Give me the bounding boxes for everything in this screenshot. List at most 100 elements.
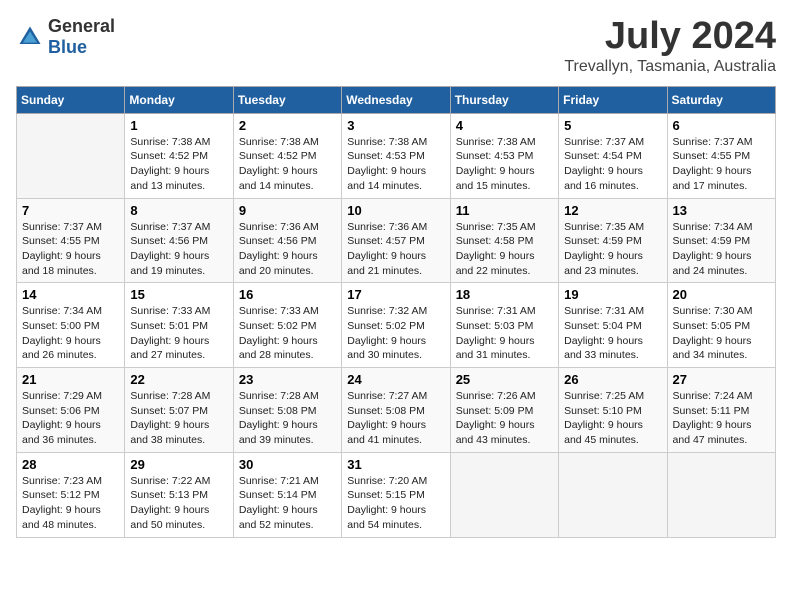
calendar-week-row: 28Sunrise: 7:23 AMSunset: 5:12 PMDayligh… xyxy=(17,452,776,537)
month-year-title: July 2024 xyxy=(564,16,776,58)
day-number: 24 xyxy=(347,372,444,387)
day-number: 11 xyxy=(456,203,553,218)
calendar-table: SundayMondayTuesdayWednesdayThursdayFrid… xyxy=(16,86,776,538)
calendar-cell xyxy=(450,452,558,537)
logo-general: General xyxy=(48,16,115,36)
day-number: 4 xyxy=(456,118,553,133)
calendar-cell xyxy=(559,452,667,537)
calendar-cell: 13Sunrise: 7:34 AMSunset: 4:59 PMDayligh… xyxy=(667,198,775,283)
calendar-cell: 31 Sunrise: 7:20 AMSunset: 5:15 PMDayligh… xyxy=(342,452,450,537)
calendar-cell: 10Sunrise: 7:36 AMSunset: 4:57 PMDayligh… xyxy=(342,198,450,283)
day-number: 2 xyxy=(239,118,336,133)
day-number: 22 xyxy=(130,372,227,387)
title-section: July 2024 Trevallyn, Tasmania, Australia xyxy=(564,16,776,76)
day-number: 30 xyxy=(239,457,336,472)
calendar-cell: 12 Sunrise: 7:35 AMSunset: 4:59 PMDayligh… xyxy=(559,198,667,283)
calendar-week-row: 14 Sunrise: 7:34 AMSunset: 5:00 PMDayligh… xyxy=(17,283,776,368)
day-number: 18 xyxy=(456,287,553,302)
header-thursday: Thursday xyxy=(450,86,558,113)
header-saturday: Saturday xyxy=(667,86,775,113)
day-number: 3 xyxy=(347,118,444,133)
day-info: Sunrise: 7:34 AMSunset: 4:59 PMDaylight:… xyxy=(673,220,770,279)
calendar-cell: 24 Sunrise: 7:27 AMSunset: 5:08 PMDayligh… xyxy=(342,368,450,453)
logo-icon xyxy=(16,23,44,51)
calendar-cell: 25Sunrise: 7:26 AMSunset: 5:09 PMDayligh… xyxy=(450,368,558,453)
logo-text: General Blue xyxy=(48,16,115,58)
calendar-cell: 4 Sunrise: 7:38 AMSunset: 4:53 PMDaylight… xyxy=(450,113,558,198)
calendar-cell: 28Sunrise: 7:23 AMSunset: 5:12 PMDayligh… xyxy=(17,452,125,537)
day-info: Sunrise: 7:27 AMSunset: 5:08 PMDaylight:… xyxy=(347,389,444,448)
calendar-cell: 23 Sunrise: 7:28 AMSunset: 5:08 PMDayligh… xyxy=(233,368,341,453)
day-info: Sunrise: 7:33 AMSunset: 5:02 PMDaylight:… xyxy=(239,304,336,363)
day-info: Sunrise: 7:20 AMSunset: 5:15 PMDaylight:… xyxy=(347,474,444,533)
day-info: Sunrise: 7:37 AMSunset: 4:54 PMDaylight:… xyxy=(564,135,661,194)
day-number: 9 xyxy=(239,203,336,218)
day-number: 19 xyxy=(564,287,661,302)
day-info: Sunrise: 7:38 AMSunset: 4:53 PMDaylight:… xyxy=(347,135,444,194)
calendar-cell: 20 Sunrise: 7:30 AMSunset: 5:05 PMDayligh… xyxy=(667,283,775,368)
day-number: 28 xyxy=(22,457,119,472)
header-wednesday: Wednesday xyxy=(342,86,450,113)
header: General Blue July 2024 Trevallyn, Tasman… xyxy=(16,16,776,76)
day-info: Sunrise: 7:36 AMSunset: 4:56 PMDaylight:… xyxy=(239,220,336,279)
day-number: 8 xyxy=(130,203,227,218)
calendar-cell: 27 Sunrise: 7:24 AMSunset: 5:11 PMDayligh… xyxy=(667,368,775,453)
day-number: 14 xyxy=(22,287,119,302)
calendar-week-row: 21Sunrise: 7:29 AMSunset: 5:06 PMDayligh… xyxy=(17,368,776,453)
logo-blue: Blue xyxy=(48,37,87,57)
calendar-cell: 1Sunrise: 7:38 AMSunset: 4:52 PMDaylight… xyxy=(125,113,233,198)
day-info: Sunrise: 7:30 AMSunset: 5:05 PMDaylight:… xyxy=(673,304,770,363)
header-sunday: Sunday xyxy=(17,86,125,113)
calendar-cell: 3 Sunrise: 7:38 AMSunset: 4:53 PMDaylight… xyxy=(342,113,450,198)
logo: General Blue xyxy=(16,16,115,58)
calendar-cell: 8 Sunrise: 7:37 AMSunset: 4:56 PMDaylight… xyxy=(125,198,233,283)
day-number: 17 xyxy=(347,287,444,302)
day-number: 29 xyxy=(130,457,227,472)
calendar-cell: 11 Sunrise: 7:35 AMSunset: 4:58 PMDayligh… xyxy=(450,198,558,283)
day-info: Sunrise: 7:38 AMSunset: 4:53 PMDaylight:… xyxy=(456,135,553,194)
day-info: Sunrise: 7:35 AMSunset: 4:59 PMDaylight:… xyxy=(564,220,661,279)
day-number: 23 xyxy=(239,372,336,387)
calendar-cell xyxy=(667,452,775,537)
day-number: 5 xyxy=(564,118,661,133)
calendar-cell: 6 Sunrise: 7:37 AMSunset: 4:55 PMDaylight… xyxy=(667,113,775,198)
header-friday: Friday xyxy=(559,86,667,113)
day-number: 6 xyxy=(673,118,770,133)
location-title: Trevallyn, Tasmania, Australia xyxy=(564,58,776,76)
day-info: Sunrise: 7:22 AMSunset: 5:13 PMDaylight:… xyxy=(130,474,227,533)
day-number: 7 xyxy=(22,203,119,218)
calendar-cell: 15Sunrise: 7:33 AMSunset: 5:01 PMDayligh… xyxy=(125,283,233,368)
day-number: 31 xyxy=(347,457,444,472)
day-info: Sunrise: 7:25 AMSunset: 5:10 PMDaylight:… xyxy=(564,389,661,448)
calendar-cell: 30Sunrise: 7:21 AMSunset: 5:14 PMDayligh… xyxy=(233,452,341,537)
day-info: Sunrise: 7:35 AMSunset: 4:58 PMDaylight:… xyxy=(456,220,553,279)
calendar-header-row: SundayMondayTuesdayWednesdayThursdayFrid… xyxy=(17,86,776,113)
day-info: Sunrise: 7:29 AMSunset: 5:06 PMDaylight:… xyxy=(22,389,119,448)
day-number: 20 xyxy=(673,287,770,302)
day-info: Sunrise: 7:26 AMSunset: 5:09 PMDaylight:… xyxy=(456,389,553,448)
calendar-cell: 26Sunrise: 7:25 AMSunset: 5:10 PMDayligh… xyxy=(559,368,667,453)
day-number: 27 xyxy=(673,372,770,387)
calendar-cell: 16Sunrise: 7:33 AMSunset: 5:02 PMDayligh… xyxy=(233,283,341,368)
calendar-cell: 22Sunrise: 7:28 AMSunset: 5:07 PMDayligh… xyxy=(125,368,233,453)
header-tuesday: Tuesday xyxy=(233,86,341,113)
calendar-cell: 21Sunrise: 7:29 AMSunset: 5:06 PMDayligh… xyxy=(17,368,125,453)
day-info: Sunrise: 7:34 AMSunset: 5:00 PMDaylight:… xyxy=(22,304,119,363)
page-wrapper: General Blue July 2024 Trevallyn, Tasman… xyxy=(16,16,776,538)
day-info: Sunrise: 7:36 AMSunset: 4:57 PMDaylight:… xyxy=(347,220,444,279)
day-info: Sunrise: 7:37 AMSunset: 4:55 PMDaylight:… xyxy=(673,135,770,194)
day-number: 12 xyxy=(564,203,661,218)
day-info: Sunrise: 7:31 AMSunset: 5:04 PMDaylight:… xyxy=(564,304,661,363)
calendar-week-row: 7Sunrise: 7:37 AMSunset: 4:55 PMDaylight… xyxy=(17,198,776,283)
day-info: Sunrise: 7:28 AMSunset: 5:08 PMDaylight:… xyxy=(239,389,336,448)
calendar-week-row: 1 Sunrise: 7:38 AMSunset: 4:52 PMDaylight… xyxy=(17,113,776,198)
day-info: Sunrise: 7:24 AMSunset: 5:11 PMDaylight:… xyxy=(673,389,770,448)
calendar-cell: 17Sunrise: 7:32 AMSunset: 5:02 PMDayligh… xyxy=(342,283,450,368)
day-number: 1 xyxy=(130,118,227,133)
calendar-cell: 5 Sunrise: 7:37 AMSunset: 4:54 PMDaylight… xyxy=(559,113,667,198)
calendar-cell: 14 Sunrise: 7:34 AMSunset: 5:00 PMDayligh… xyxy=(17,283,125,368)
day-info: Sunrise: 7:37 AMSunset: 4:56 PMDaylight:… xyxy=(130,220,227,279)
calendar-cell: 2 Sunrise: 7:38 AMSunset: 4:52 PMDaylight… xyxy=(233,113,341,198)
day-info: Sunrise: 7:38 AMSunset: 4:52 PMDaylight:… xyxy=(239,135,336,194)
calendar-cell: 7Sunrise: 7:37 AMSunset: 4:55 PMDaylight… xyxy=(17,198,125,283)
